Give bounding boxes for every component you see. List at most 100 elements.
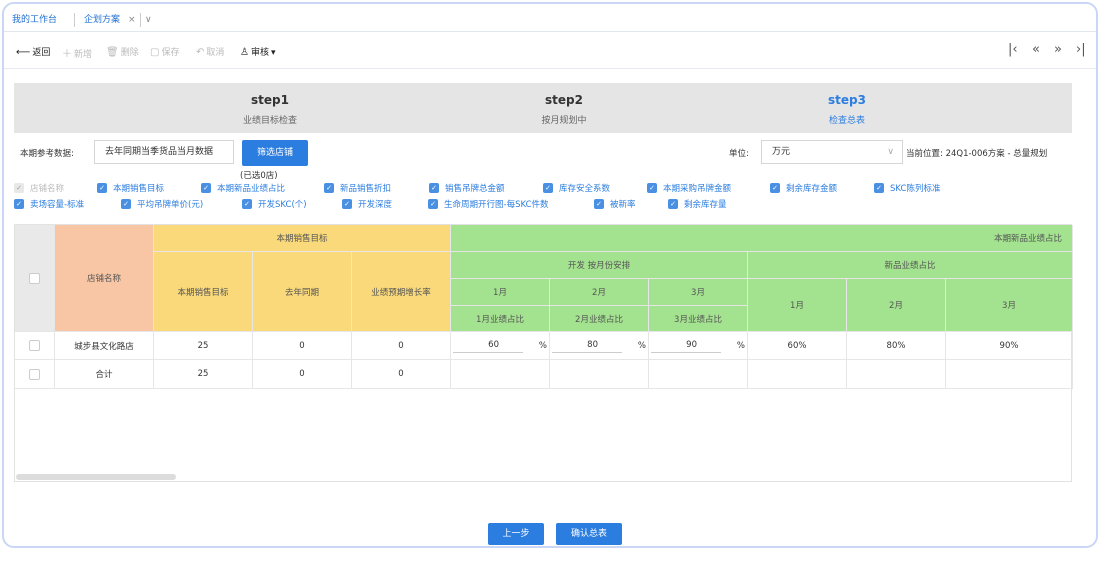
check-icon: ✓ xyxy=(242,199,252,209)
table-cell: 25 xyxy=(154,360,253,389)
app-window: 我的工作台 企划方案 × ∨ ⟵ 返回 ＋新增 🗑 删除 ▢ 保存 ↶ 取消 ♙ 审核 ▾ … xyxy=(2,2,1098,548)
tab-plan[interactable]: 企划方案 xyxy=(78,10,126,32)
new-perf-header: 新品业绩占比 xyxy=(748,252,1073,279)
col-toggle-sales-target[interactable]: ✓ 本期销售目标 xyxy=(97,182,164,194)
horizontal-scrollbar[interactable] xyxy=(16,474,176,480)
col-toggle-new-discount[interactable]: ✓ 新品销售折扣 xyxy=(324,182,391,194)
user-icon: ♙ xyxy=(240,47,249,58)
growth-col-header: 业绩预期增长率 xyxy=(352,252,451,332)
back-icon: ⟵ xyxy=(16,47,31,58)
trash-icon: 🗑 xyxy=(106,47,119,58)
month-perf-header: 3月业绩占比 xyxy=(649,306,748,332)
month-header: 1月 xyxy=(451,279,550,306)
row-select-cell xyxy=(15,360,55,389)
check-icon: ✓ xyxy=(668,199,678,209)
ref-data-select[interactable]: 去年同期当季货品当月数据 xyxy=(94,140,234,164)
table-cell: 0 xyxy=(352,332,451,360)
select-all-checkbox[interactable] xyxy=(29,272,40,284)
row-checkbox[interactable] xyxy=(29,368,40,380)
col-toggle-remaining-amount[interactable]: ✓ 剩余库存金额 xyxy=(770,182,837,194)
check-icon: ✓ xyxy=(14,199,24,209)
close-icon[interactable]: × xyxy=(128,10,136,30)
last-page-icon[interactable]: ›| xyxy=(1076,42,1086,57)
month-input-cell: 60% xyxy=(451,332,550,360)
col-toggle-safety-factor[interactable]: ✓ 库存安全系数 xyxy=(543,182,610,194)
first-page-icon[interactable]: |‹ xyxy=(1008,42,1018,57)
table-cell: 80% xyxy=(847,332,946,360)
check-icon: ✓ xyxy=(342,199,352,209)
check-icon: ✓ xyxy=(324,183,334,193)
new-month-header: 1月 xyxy=(748,279,847,332)
step-2[interactable]: step2 按月规划中 xyxy=(464,93,664,126)
back-button[interactable]: ⟵ 返回 xyxy=(16,45,50,58)
unit-label: 单位: xyxy=(729,149,749,159)
step-1[interactable]: step1 业绩目标检查 xyxy=(170,93,370,126)
next-page-icon[interactable]: » xyxy=(1054,42,1062,57)
month-header: 3月 xyxy=(649,279,748,306)
sales-target-group-header: 本期销售目标 xyxy=(154,225,451,252)
month-input-cell: 80% xyxy=(550,332,649,360)
table-cell: 城步县文化路店 xyxy=(55,332,154,360)
plus-icon: ＋ xyxy=(62,49,72,60)
selected-count: (已选0店) xyxy=(240,171,278,181)
month-2-input[interactable]: 80 xyxy=(552,338,622,353)
col-toggle-purchase-amount[interactable]: ✓ 本期采购吊牌金额 xyxy=(647,182,731,194)
check-icon: ✓ xyxy=(14,183,24,193)
col-toggle-new-ratio[interactable]: ✓ 本期新品业绩占比 xyxy=(201,182,285,194)
new-month-header: 2月 xyxy=(847,279,946,332)
check-icon: ✓ xyxy=(121,199,131,209)
col-toggle-remaining-qty[interactable]: ✓ 剩余库存量 xyxy=(668,198,727,210)
prev-page-icon[interactable]: « xyxy=(1032,42,1040,57)
table-cell xyxy=(946,360,1073,389)
select-store-button[interactable]: 筛选店铺 xyxy=(242,140,308,166)
month-perf-header: 2月业绩占比 xyxy=(550,306,649,332)
new-ratio-group-header: 本期新品业绩占比 xyxy=(451,225,1073,252)
col-toggle-lifecycle[interactable]: ✓ 生命周期开行图-每SKC件数 xyxy=(428,198,549,210)
unit-select[interactable]: 万元 ∨ xyxy=(761,140,903,164)
chevron-down-icon[interactable]: ∨ xyxy=(145,10,152,30)
save-button[interactable]: ▢ 保存 xyxy=(150,45,179,58)
new-month-header: 3月 xyxy=(946,279,1073,332)
table-cell: 合计 xyxy=(55,360,154,389)
step-3[interactable]: step3 检查总表 xyxy=(747,93,947,126)
check-icon: ✓ xyxy=(874,183,884,193)
store-name-header: 店铺名称 xyxy=(55,225,154,332)
col-toggle-dev-depth[interactable]: ✓ 开发深度 xyxy=(342,198,392,210)
ref-data-label: 本期参考数据: xyxy=(20,149,74,159)
col-toggle-skc-standard[interactable]: ✓ SKC陈列标准 xyxy=(874,182,940,194)
table-cell: 25 xyxy=(154,332,253,360)
row-select-cell xyxy=(15,332,55,360)
chevron-down-icon: ∨ xyxy=(887,147,894,157)
table-cell: 60% xyxy=(748,332,847,360)
tab-workbench[interactable]: 我的工作台 xyxy=(6,10,63,32)
toolbar: ⟵ 返回 ＋新增 🗑 删除 ▢ 保存 ↶ 取消 ♙ 审核 ▾ |‹ « » ›| xyxy=(4,32,1096,68)
lastyear-col-header: 去年同期 xyxy=(253,252,352,332)
confirm-summary-button[interactable]: 确认总表 xyxy=(556,523,622,545)
month-1-input[interactable]: 60 xyxy=(453,338,523,353)
table-cell xyxy=(451,360,550,389)
col-toggle-new-rate[interactable]: ✓ 被新率 xyxy=(594,198,636,210)
add-button[interactable]: ＋新增 xyxy=(62,45,92,60)
col-toggle-dev-skc[interactable]: ✓ 开发SKC(个) xyxy=(242,198,307,210)
delete-button[interactable]: 🗑 删除 xyxy=(106,45,139,58)
summary-table: 店铺名称 本期销售目标 本期新品业绩占比 本期销售目标 去年同期 业绩预期增长率… xyxy=(14,224,1073,482)
cancel-button[interactable]: ↶ 取消 xyxy=(196,45,224,58)
month-3-input[interactable]: 90 xyxy=(651,338,721,353)
table-cell xyxy=(847,360,946,389)
table-cell xyxy=(748,360,847,389)
check-icon: ✓ xyxy=(647,183,657,193)
audit-button[interactable]: ♙ 审核 ▾ xyxy=(240,45,276,58)
target-col-header: 本期销售目标 xyxy=(154,252,253,332)
check-icon: ✓ xyxy=(97,183,107,193)
caret-down-icon: ▾ xyxy=(270,48,276,58)
table-cell xyxy=(550,360,649,389)
table-cell: 0 xyxy=(352,360,451,389)
col-toggle-tag-amount[interactable]: ✓ 销售吊牌总金额 xyxy=(429,182,505,194)
row-checkbox[interactable] xyxy=(29,340,40,351)
check-icon: ✓ xyxy=(594,199,604,209)
prev-step-button[interactable]: 上一步 xyxy=(488,523,544,545)
col-toggle-avg-price[interactable]: ✓ 平均吊牌单价(元) xyxy=(121,198,203,210)
dev-schedule-header: 开发 按月份安排 xyxy=(451,252,748,279)
col-toggle-capacity[interactable]: ✓ 卖场容量-标准 xyxy=(14,198,84,210)
col-toggle-store-name[interactable]: ✓ 店铺名称 xyxy=(14,182,64,194)
